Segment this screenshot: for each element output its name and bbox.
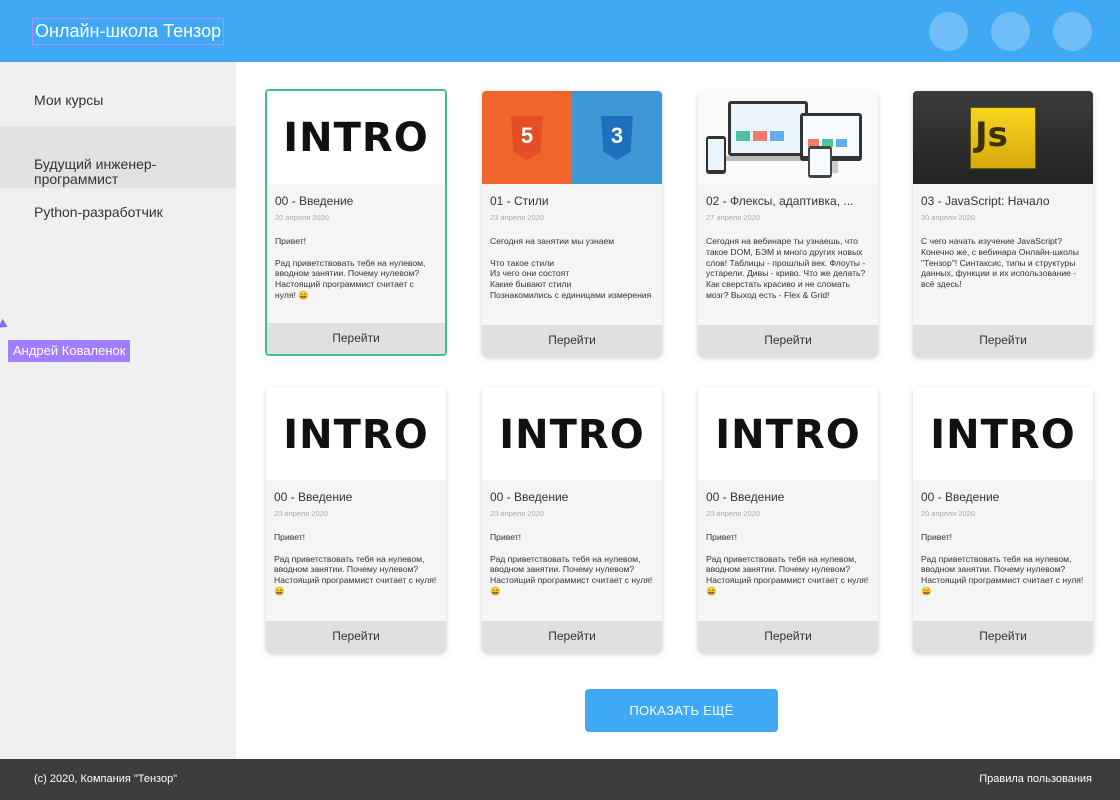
javascript-logo-text: Js	[975, 115, 1008, 155]
card-date: 20 апреля 2020	[921, 509, 975, 518]
card-go-button[interactable]: Перейти	[698, 621, 878, 652]
sidebar-item-future-engineer[interactable]: Будущий инженер- программист	[0, 126, 236, 188]
intro-logo: INTRO	[283, 115, 429, 161]
footer-rules-link[interactable]: Правила пользования	[979, 773, 1092, 785]
card-description: Сегодня на вебинаре ты узнаешь, что тако…	[706, 236, 866, 300]
card-title: 00 - Введение	[274, 490, 353, 504]
card-title: 02 - Флексы, адаптивка, ...	[706, 194, 854, 208]
card-go-button[interactable]: Перейти	[698, 325, 878, 356]
card-date: 27 апреля 2020	[706, 213, 760, 222]
header-action-3[interactable]	[1053, 12, 1092, 51]
html5-icon: 5	[511, 116, 543, 160]
card-cover: 5 3	[482, 91, 662, 184]
card-go-button[interactable]: Перейти	[482, 621, 662, 652]
card-title: 00 - Введение	[706, 490, 785, 504]
intro-logo: INTRO	[499, 412, 645, 458]
card-description: Привет! Рад приветствовать тебя на нулев…	[490, 532, 653, 596]
css3-icon: 3	[601, 116, 633, 160]
card-go-button[interactable]: Перейти	[913, 621, 1093, 652]
sidebar-item-label: Мои курсы	[34, 92, 104, 108]
course-card[interactable]: Js 03 - JavaScript: Начало 30 апреля 202…	[913, 91, 1093, 356]
sidebar-item-label: Python-разработчик	[34, 204, 163, 220]
card-go-button[interactable]: Перейти	[913, 325, 1093, 356]
user-cursor-label: Андрей Коваленок	[8, 340, 131, 362]
course-card[interactable]: INTRO 00 - Введение 20 апреля 2020 Приве…	[265, 89, 447, 356]
header-action-1[interactable]	[929, 12, 968, 51]
footer-copyright: (с) 2020, Компания "Тензор"	[34, 773, 178, 785]
course-card[interactable]: INTRO 00 - Введение 20 апреля 2020 Приве…	[913, 387, 1093, 652]
card-cover: INTRO	[267, 91, 445, 184]
course-card[interactable]: INTRO 00 - Введение 20 апреля 2020 Приве…	[698, 387, 878, 652]
intro-logo: INTRO	[715, 412, 861, 458]
sidebar: Мои курсы Будущий инженер- программист P…	[0, 62, 236, 759]
card-cover: INTRO	[698, 387, 878, 480]
card-go-button[interactable]: Перейти	[266, 621, 446, 652]
card-description: Привет! Рад приветствовать тебя на нулев…	[706, 532, 869, 596]
card-go-button[interactable]: Перейти	[267, 323, 445, 354]
intro-logo: INTRO	[930, 412, 1076, 458]
intro-logo: INTRO	[283, 412, 429, 458]
card-date: 20 апреля 2020	[275, 213, 329, 222]
course-card[interactable]: INTRO 00 - Введение 20 апреля 2020 Приве…	[266, 387, 446, 652]
card-description: Сегодня на занятии мы узнаем Что такое с…	[490, 236, 652, 300]
responsive-devices-icon	[706, 101, 862, 178]
course-card[interactable]: 5 3 01 - Стили 23 апреля 2020 Сегодня на…	[482, 91, 662, 356]
card-go-button[interactable]: Перейти	[482, 325, 662, 356]
card-date: 20 апреля 2020	[490, 509, 544, 518]
card-title: 03 - JavaScript: Начало	[921, 194, 1050, 208]
card-title: 00 - Введение	[275, 194, 354, 208]
card-date: 20 апреля 2020	[706, 509, 760, 518]
card-cover: INTRO	[913, 387, 1093, 480]
card-title: 00 - Введение	[490, 490, 569, 504]
show-more-button[interactable]: ПОКАЗАТЬ ЕЩЁ	[585, 689, 778, 732]
card-cover: Js	[913, 91, 1093, 184]
courses-grid: INTRO 00 - Введение 20 апреля 2020 Приве…	[236, 62, 1120, 759]
card-cover: INTRO	[266, 387, 446, 480]
sidebar-item-python[interactable]: Python-разработчик	[0, 202, 236, 222]
card-date: 30 апреля 2020	[921, 213, 975, 222]
card-description: Привет! Рад приветствовать тебя на нулев…	[921, 532, 1084, 596]
sidebar-item-label: Будущий инженер- программист	[34, 156, 157, 187]
card-cover: INTRO	[482, 387, 662, 480]
card-title: 00 - Введение	[921, 490, 1000, 504]
course-card[interactable]: 02 - Флексы, адаптивка, ... 27 апреля 20…	[698, 91, 878, 356]
card-title: 01 - Стили	[490, 194, 549, 208]
card-description: С чего начать изучение JavaScript? Конеч…	[921, 236, 1079, 290]
brand-title[interactable]: Онлайн-школа Тензор	[32, 18, 225, 45]
header-action-2[interactable]	[991, 12, 1030, 51]
card-cover	[698, 91, 878, 184]
card-date: 23 апреля 2020	[490, 213, 544, 222]
header: Онлайн-школа Тензор	[0, 0, 1120, 62]
card-description: Привет! Рад приветствовать тебя на нулев…	[274, 532, 437, 596]
sidebar-item-my-courses[interactable]: Мои курсы	[0, 90, 236, 110]
card-description: Привет! Рад приветствовать тебя на нулев…	[275, 236, 426, 300]
footer: (с) 2020, Компания "Тензор" Правила поль…	[0, 759, 1120, 800]
card-date: 20 апреля 2020	[274, 509, 328, 518]
course-card[interactable]: INTRO 00 - Введение 20 апреля 2020 Приве…	[482, 387, 662, 652]
